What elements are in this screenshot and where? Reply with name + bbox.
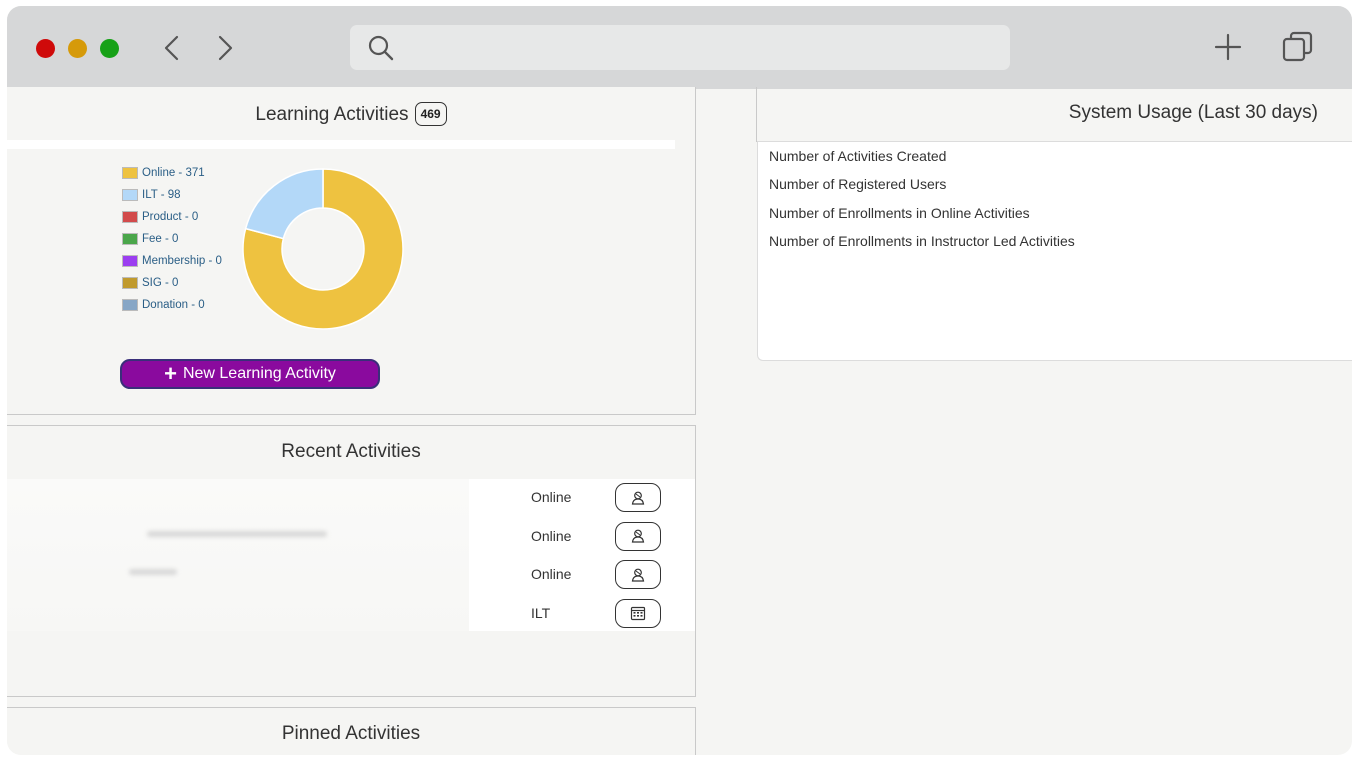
activity-donut-chart [242, 168, 404, 330]
user-icon [630, 567, 646, 583]
enrollment-button[interactable] [615, 560, 661, 589]
legend-swatch [122, 277, 138, 289]
legend-item[interactable]: Product - 0 [122, 206, 222, 228]
system-usage-item: Number of Enrollments in Instructor Led … [769, 232, 1075, 249]
recent-activities-table: Online Online Online ILT [469, 479, 695, 631]
learning-activities-count-badge: 469 [414, 102, 447, 126]
donut-slice-ilt[interactable] [244, 168, 324, 240]
plus-icon [1214, 33, 1242, 61]
pinned-activities-panel: Pinned Activities [7, 707, 696, 755]
legend-label: Donation - 0 [142, 299, 205, 311]
tabs-overview-icon [1282, 31, 1313, 62]
legend-item[interactable]: ILT - 98 [122, 184, 222, 206]
plus-icon: + [164, 361, 177, 386]
divider-strip [7, 140, 675, 149]
close-window-button[interactable] [36, 39, 55, 58]
activity-type: ILT [531, 604, 551, 621]
user-icon [630, 490, 646, 506]
legend-item[interactable]: Fee - 0 [122, 228, 222, 250]
blurred-activity-name [147, 531, 327, 537]
browser-toolbar [7, 6, 1352, 89]
calendar-icon [630, 605, 646, 621]
legend-swatch [122, 255, 138, 267]
legend-label: Fee - 0 [142, 233, 179, 245]
table-row: Online [469, 518, 695, 556]
legend-swatch [122, 233, 138, 245]
activity-type: Online [531, 566, 572, 582]
recent-activities-panel: Recent Activities Online Online Online ILT [7, 425, 696, 697]
system-usage-item: Number of Activities Created [769, 148, 947, 164]
legend-swatch [122, 211, 138, 223]
new-tab-button[interactable] [1209, 28, 1247, 66]
legend-label: Membership - 0 [142, 255, 222, 267]
activity-type: Online [531, 489, 572, 505]
system-usage-header: System Usage (Last 30 days) [756, 87, 1352, 142]
learning-activities-title: Learning Activities 469 [7, 102, 695, 126]
table-row: Online [469, 479, 695, 517]
page-content: Learning Activities 469 Online - 371 ILT -… [7, 87, 1352, 755]
legend-label: ILT - 98 [142, 189, 181, 201]
recent-activities-title: Recent Activities [281, 441, 421, 462]
legend-item[interactable]: Donation - 0 [122, 294, 222, 316]
new-learning-activity-button[interactable]: + New Learning Activity [120, 359, 380, 389]
back-button[interactable] [155, 31, 189, 65]
legend-label: Product - 0 [142, 211, 199, 223]
blurred-activity-name [129, 569, 177, 575]
legend-item[interactable]: Online - 371 [122, 162, 222, 184]
chevron-left-icon [164, 35, 179, 61]
learning-activities-title-text: Learning Activities [255, 104, 409, 125]
maximize-window-button[interactable] [100, 39, 119, 58]
table-row: Online [469, 556, 695, 594]
chevron-right-icon [218, 35, 233, 61]
minimize-window-button[interactable] [68, 39, 87, 58]
legend-swatch [122, 299, 138, 311]
search-icon [368, 35, 394, 61]
show-tabs-button[interactable] [1279, 28, 1317, 66]
system-usage-title: System Usage (Last 30 days) [1068, 102, 1318, 123]
system-usage-list: Number of Activities Created Number of Re… [757, 141, 1352, 361]
user-icon [630, 528, 646, 544]
legend-item[interactable]: SIG - 0 [122, 272, 222, 294]
legend-label: SIG - 0 [142, 277, 179, 289]
recent-activities-names [7, 479, 469, 631]
activity-type: Online [531, 527, 572, 544]
legend-swatch [122, 189, 138, 201]
learning-activities-panel: Learning Activities 469 Online - 371 ILT -… [7, 87, 696, 415]
enrollment-button[interactable] [615, 521, 661, 551]
system-usage-item: Number of Registered Users [769, 176, 947, 193]
browser-window: Learning Activities 469 Online - 371 ILT -… [7, 6, 1352, 755]
address-bar[interactable] [350, 25, 1010, 70]
legend-item[interactable]: Membership - 0 [122, 250, 222, 272]
enrollment-button[interactable] [615, 483, 661, 512]
new-learning-activity-label: New Learning Activity [182, 365, 336, 382]
schedule-button[interactable] [615, 598, 661, 628]
system-usage-item: Number of Enrollments in Online Activiti… [769, 204, 1030, 221]
activity-type-legend: Online - 371 ILT - 98 Product - 0 Fee - 0 Me… [122, 162, 222, 316]
pinned-activities-title: Pinned Activities [281, 723, 421, 744]
legend-swatch [122, 167, 138, 179]
table-row: ILT [469, 595, 695, 633]
legend-label: Online - 371 [142, 167, 205, 179]
forward-button[interactable] [208, 31, 242, 65]
